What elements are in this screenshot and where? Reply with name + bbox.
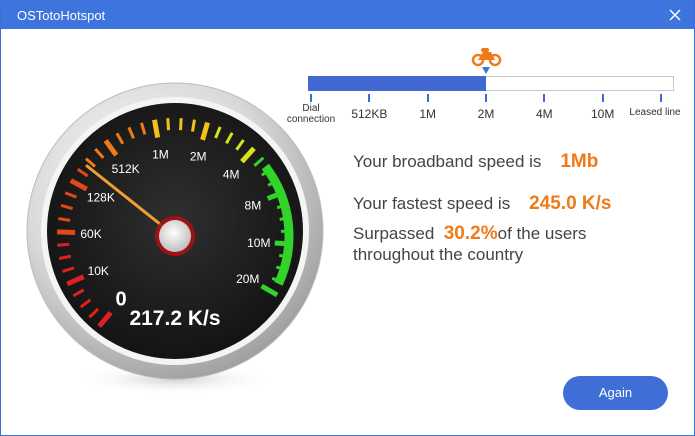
gauge-tick	[179, 118, 183, 131]
gauge-label: 10K	[88, 264, 109, 278]
gauge-label: 20M	[236, 272, 259, 286]
title-bar: OSTotoHotspot	[1, 1, 694, 29]
scale-label: 4M	[535, 107, 553, 121]
gauge-tick	[57, 242, 70, 247]
gauge-tick	[191, 119, 196, 132]
scale-tick	[543, 94, 546, 102]
scale-tick	[485, 94, 487, 102]
scale-label: Dial connection	[286, 103, 336, 125]
scale-label: Leased line	[629, 107, 681, 118]
fastest-value: 245.0 K/s	[529, 193, 612, 214]
scale-tick	[426, 94, 429, 102]
fastest-label: Your fastest speed is	[353, 194, 511, 213]
scale-tick	[601, 94, 604, 102]
gauge-label: 10M	[247, 236, 270, 250]
gauge-tick	[56, 229, 76, 236]
gauge-tick	[166, 118, 171, 131]
close-button[interactable]	[664, 5, 686, 25]
surpassed-label: Surpassed	[353, 224, 435, 243]
scale-tick	[660, 94, 662, 102]
gauge-label: 0	[115, 288, 126, 310]
scale-fill	[308, 76, 486, 91]
broadband-speed-line: Your broadband speed is 1Mb	[353, 151, 598, 173]
speedometer-gauge: 0 10K 60K 128K 512K 1M 2M 4M 8M 10M 20M 217.2 K/s	[25, 81, 335, 401]
again-button[interactable]: Again	[563, 376, 668, 410]
gauge-tick	[152, 119, 161, 138]
broadband-label: Your broadband speed is	[353, 152, 542, 171]
gauge-label: 60K	[80, 227, 101, 241]
scale-label: 10M	[590, 107, 615, 121]
gauge-label: 2M	[190, 149, 207, 163]
app-window: OSTotoHotspot 0 10K 60K 128K 512K 1M 2M …	[0, 0, 695, 436]
gauge-reading: 217.2 K/s	[129, 307, 220, 330]
gauge-label: 1M	[152, 147, 169, 161]
gauge-label: 128K	[87, 191, 115, 205]
surpassed-line2: throughout the country	[353, 245, 524, 264]
scale-label: 2M	[477, 107, 495, 121]
surpassed-value: 30.2%	[443, 223, 498, 244]
close-icon	[669, 9, 681, 21]
gauge-label: 4M	[223, 168, 240, 182]
scale-tick	[368, 94, 371, 102]
motorcycle-icon	[469, 41, 503, 75]
gauge-label: 512K	[112, 162, 140, 176]
gauge-tick	[58, 217, 71, 222]
window-title: OSTotoHotspot	[17, 8, 106, 23]
gauge-hub	[159, 220, 191, 252]
scale-label: 1M	[419, 107, 436, 121]
surpassed-line: Surpassed 30.2%of the users throughout t…	[353, 223, 586, 265]
scale-label: 512KB	[351, 107, 388, 121]
scale-tick	[310, 94, 312, 102]
surpassed-suffix: of the users	[497, 224, 587, 243]
fastest-speed-line: Your fastest speed is 245.0 K/s	[353, 193, 612, 215]
gauge-label: 8M	[245, 199, 262, 213]
connection-scale: Dial connection 512KB 1M 2M 4M 10M Leased line	[287, 41, 691, 131]
broadband-value: 1Mb	[560, 151, 599, 172]
